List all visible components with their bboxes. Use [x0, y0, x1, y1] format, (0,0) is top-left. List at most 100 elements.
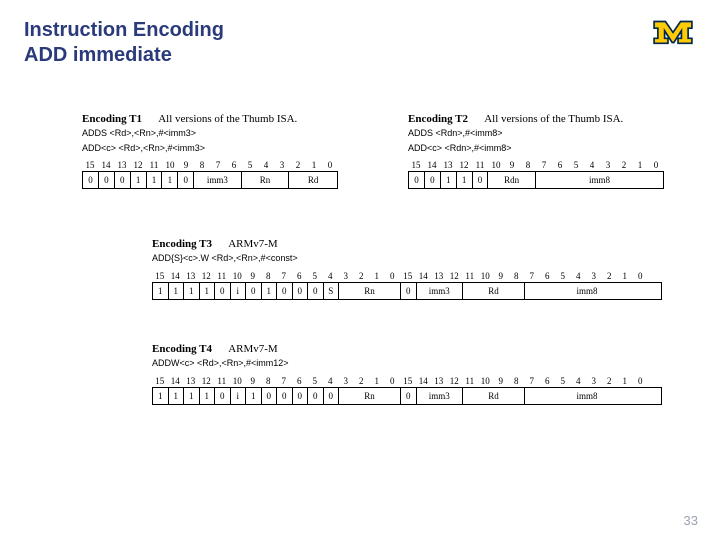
bit-label: 12 — [130, 160, 146, 171]
bit-label: 0 — [633, 376, 649, 387]
bit-label: 9 — [178, 160, 194, 171]
encoding-name: Encoding T1 — [82, 113, 142, 125]
bit-field: imm3 — [417, 283, 464, 299]
bit-field: 1 — [147, 172, 163, 188]
asm-line-1: ADD{S}<c>.W <Rd>,<Rn>,#<const> — [152, 253, 662, 265]
bit-label: 10 — [488, 160, 504, 171]
bit-field: 0 — [99, 172, 115, 188]
encoding-t3: Encoding T3 ARMv7-M ADD{S}<c>.W <Rd>,<Rn… — [152, 238, 662, 300]
bit-label: 11 — [214, 271, 230, 282]
bit-field: 0 — [308, 388, 324, 404]
asm-line-1: ADDS <Rd>,<Rn>,#<imm3> — [82, 128, 338, 140]
asm-line-2: ADD<c> <Rd>,<Rn>,#<imm3> — [82, 143, 338, 155]
bit-label: 13 — [431, 271, 447, 282]
bit-label: 14 — [168, 271, 184, 282]
bit-label: 11 — [146, 160, 162, 171]
bit-label: 0 — [648, 160, 664, 171]
bit-field: 0 — [293, 283, 309, 299]
bit-field: 0 — [324, 388, 340, 404]
bit-field: 1 — [169, 388, 185, 404]
bit-label: 3 — [586, 376, 602, 387]
bit-label: 13 — [440, 160, 456, 171]
bit-label: 5 — [307, 271, 323, 282]
bit-field: 1 — [246, 388, 262, 404]
bit-label: 2 — [602, 271, 618, 282]
bit-diagram: 00110Rdnimm8 — [408, 171, 664, 189]
bit-label: 4 — [258, 160, 274, 171]
bit-field: Rn — [242, 172, 290, 188]
bit-labels: 1514131211109876543210 — [408, 160, 664, 171]
encoding-name: Encoding T3 — [152, 238, 212, 250]
bit-label: 9 — [504, 160, 520, 171]
bit-field: 0 — [115, 172, 131, 188]
bit-diagram: 0001110imm3RnRd — [82, 171, 338, 189]
encoding-versions: All versions of the Thumb ISA. — [158, 113, 297, 125]
encoding-heading: Encoding T1 All versions of the Thumb IS… — [82, 113, 338, 125]
bit-field: 0 — [425, 172, 441, 188]
bit-label: 15 — [400, 376, 416, 387]
bit-label: 12 — [456, 160, 472, 171]
encoding-t1: Encoding T1 All versions of the Thumb IS… — [82, 113, 338, 189]
bit-label: 9 — [245, 271, 261, 282]
bit-field: 0 — [401, 283, 417, 299]
bit-label: 8 — [261, 376, 277, 387]
encoding-name: Encoding T4 — [152, 343, 212, 355]
bit-label: 6 — [226, 160, 242, 171]
encoding-heading: Encoding T3 ARMv7-M — [152, 238, 662, 250]
bit-label: 12 — [447, 376, 463, 387]
bit-label: 13 — [183, 271, 199, 282]
encoding-t2: Encoding T2 All versions of the Thumb IS… — [408, 113, 664, 189]
encoding-t4: Encoding T4 ARMv7-M ADDW<c> <Rd>,<Rn>,#<… — [152, 343, 662, 405]
encoding-versions: ARMv7-M — [228, 238, 278, 250]
bit-field: imm3 — [417, 388, 464, 404]
bit-label: 7 — [524, 376, 540, 387]
bit-field: 0 — [83, 172, 99, 188]
bit-label: 4 — [584, 160, 600, 171]
bit-field: 1 — [457, 172, 473, 188]
bit-label: 15 — [82, 160, 98, 171]
bit-field: 1 — [162, 172, 178, 188]
bit-label: 0 — [385, 271, 401, 282]
bit-label: 14 — [168, 376, 184, 387]
bit-field: 0 — [277, 283, 293, 299]
bit-field: Rn — [339, 388, 401, 404]
bit-label: 3 — [338, 271, 354, 282]
bit-field: 1 — [169, 283, 185, 299]
bit-diagram: 11110i01000SRn0imm3Rdimm8 — [152, 282, 662, 300]
bit-label: 10 — [478, 376, 494, 387]
bit-field: 0 — [215, 388, 231, 404]
bit-field: 0 — [262, 388, 278, 404]
bit-label: 7 — [536, 160, 552, 171]
bit-field: 0 — [277, 388, 293, 404]
bit-label: 4 — [323, 271, 339, 282]
bit-field: 1 — [153, 388, 169, 404]
bit-label: 11 — [214, 376, 230, 387]
bit-label: 5 — [242, 160, 258, 171]
bit-label: 15 — [408, 160, 424, 171]
bit-label: 14 — [424, 160, 440, 171]
bit-field: 1 — [200, 388, 216, 404]
bit-field: i — [231, 283, 247, 299]
bit-label: 12 — [199, 271, 215, 282]
bit-field: 0 — [308, 283, 324, 299]
bit-label: 6 — [292, 271, 308, 282]
bit-label: 15 — [152, 376, 168, 387]
bit-label: 8 — [520, 160, 536, 171]
bit-field: imm8 — [536, 172, 663, 188]
michigan-logo-icon — [652, 18, 694, 51]
title-line-2: ADD immediate — [24, 43, 224, 68]
bit-field: Rd — [463, 283, 525, 299]
bit-field: 1 — [200, 283, 216, 299]
bit-label: 9 — [493, 376, 509, 387]
bit-label: 5 — [307, 376, 323, 387]
bit-label: 3 — [600, 160, 616, 171]
bit-label: 7 — [276, 376, 292, 387]
bit-label: 3 — [274, 160, 290, 171]
bit-field: 0 — [401, 388, 417, 404]
bit-field: 1 — [441, 172, 457, 188]
asm-line-1: ADDS <Rdn>,#<imm8> — [408, 128, 664, 140]
bit-field: 1 — [131, 172, 147, 188]
bit-label: 11 — [472, 160, 488, 171]
bit-label: 5 — [555, 271, 571, 282]
bit-field: 1 — [262, 283, 278, 299]
